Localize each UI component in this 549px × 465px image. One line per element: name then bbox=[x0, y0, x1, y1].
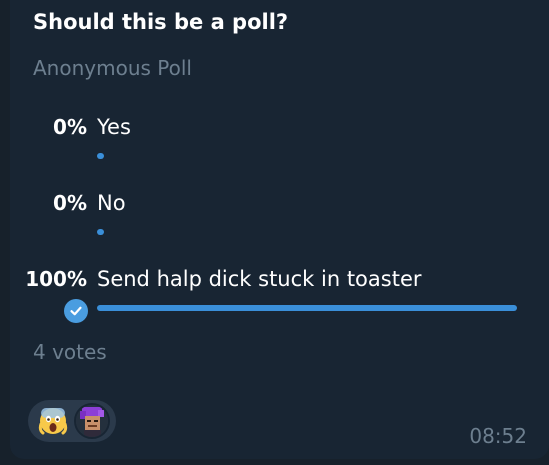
option-bar bbox=[97, 153, 104, 159]
poll-type-label: Anonymous Poll bbox=[33, 56, 192, 80]
screaming-face-icon bbox=[38, 406, 68, 436]
check-icon bbox=[64, 299, 88, 323]
option-text: No bbox=[97, 191, 126, 215]
option-bar bbox=[97, 229, 104, 235]
poll-option-yes[interactable]: 0% Yes bbox=[0, 115, 549, 175]
poll-option-no[interactable]: 0% No bbox=[0, 191, 549, 251]
option-text: Yes bbox=[97, 115, 131, 139]
poll-option-send-halp[interactable]: 100% Send halp dick stuck in toaster bbox=[0, 267, 549, 327]
votes-count: 4 votes bbox=[33, 340, 107, 364]
option-bar bbox=[97, 305, 517, 311]
avatar[interactable] bbox=[74, 403, 110, 439]
option-text: Send halp dick stuck in toaster bbox=[97, 267, 422, 291]
option-percent: 0% bbox=[53, 115, 87, 139]
reaction-pill[interactable] bbox=[28, 400, 116, 442]
option-percent: 0% bbox=[53, 191, 87, 215]
message-time: 08:52 bbox=[469, 424, 527, 448]
option-percent: 100% bbox=[25, 267, 87, 291]
poll-question: Should this be a poll? bbox=[33, 10, 289, 34]
